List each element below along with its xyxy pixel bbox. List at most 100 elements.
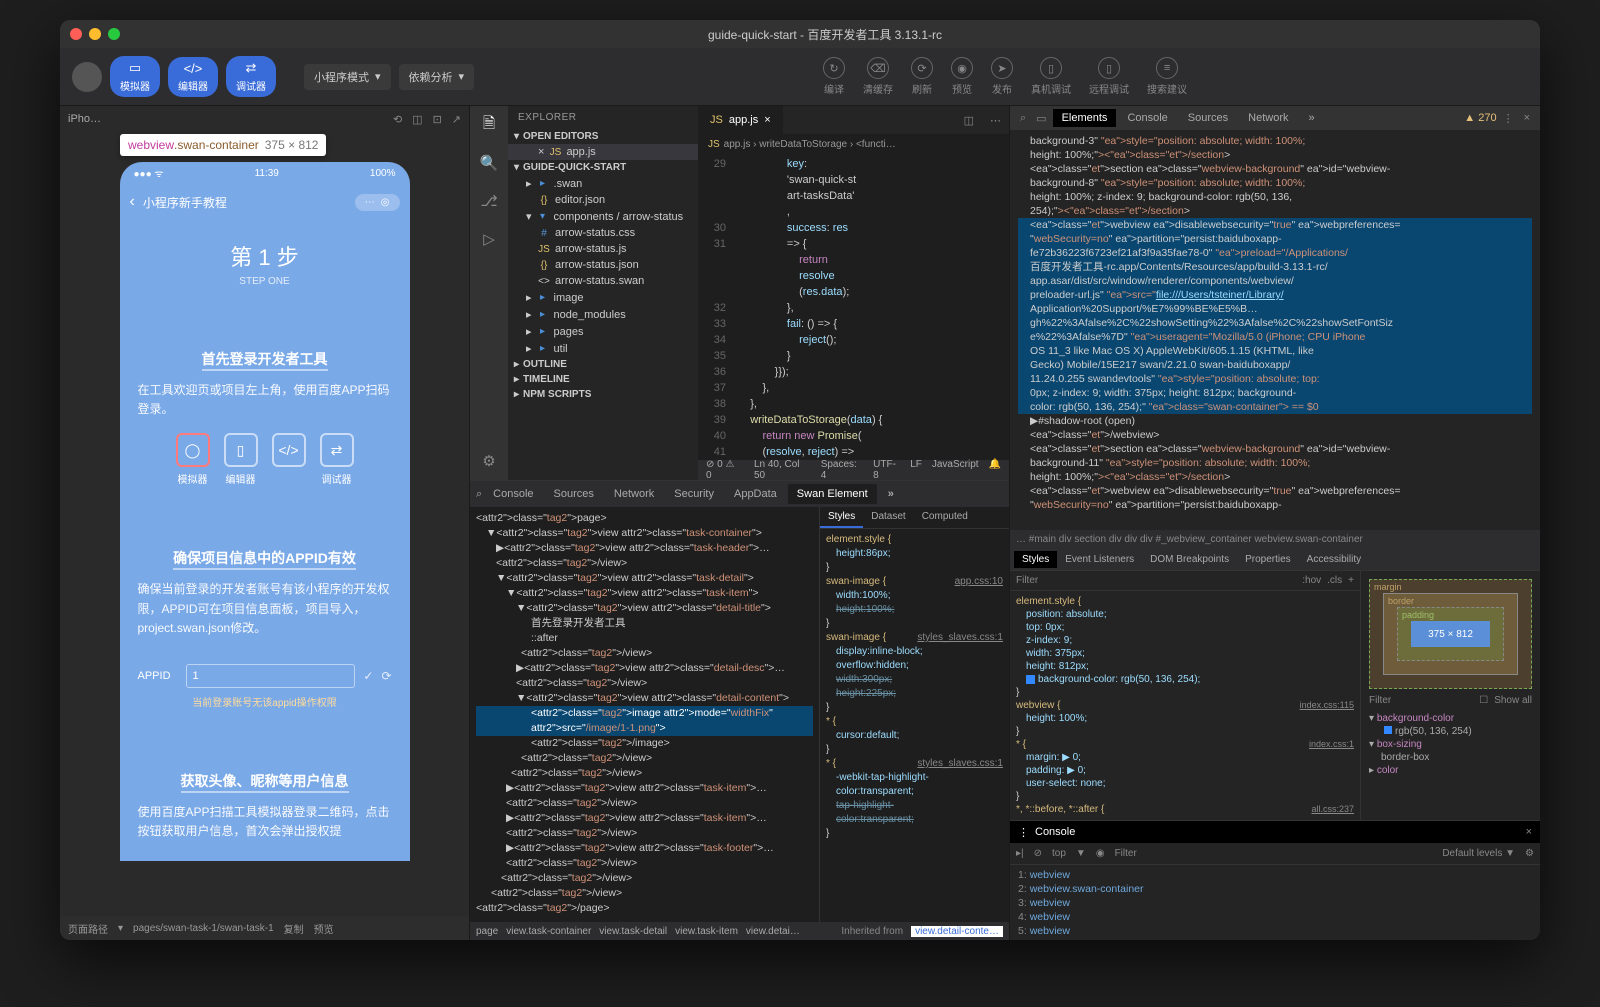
- editor-button[interactable]: </>编辑器: [168, 57, 218, 97]
- more-tabs[interactable]: »: [879, 484, 903, 504]
- appid-input[interactable]: [186, 664, 356, 688]
- debug-icon[interactable]: ▷: [478, 228, 500, 250]
- simulator-button[interactable]: ▭模拟器: [110, 56, 160, 97]
- device-icon[interactable]: ▭: [1032, 112, 1050, 125]
- phone-simulator[interactable]: ●●● ᯤ 11:39 100% ‹ 小程序新手教程 ⋯◎ 第 1 步 STEP…: [120, 162, 410, 861]
- close-icon[interactable]: ×: [1526, 826, 1532, 838]
- code-area[interactable]: 29 3031 32333435363738394041 key: 'swan-…: [698, 154, 1009, 460]
- swan-elements-tree[interactable]: <attr2">class="tag2">page>▼<attr2">class…: [470, 507, 819, 922]
- reload-icon[interactable]: ⟳: [381, 669, 391, 683]
- swan-breadcrumbs[interactable]: page view.task-container view.task-detai…: [470, 922, 1009, 940]
- npm-section[interactable]: ▸NPM SCRIPTS: [508, 387, 698, 402]
- clear-icon[interactable]: ⊘: [1034, 848, 1042, 859]
- avatar-icon[interactable]: [72, 62, 102, 92]
- tab-appdata[interactable]: AppData: [725, 484, 786, 504]
- file-arrow-swan[interactable]: <>arrow-status.swan: [508, 273, 698, 289]
- tab-event-listeners[interactable]: Event Listeners: [1057, 551, 1142, 568]
- more-icon[interactable]: ⋮: [1018, 826, 1029, 839]
- console-filter[interactable]: Filter: [1115, 848, 1137, 859]
- mode-dropdown[interactable]: 小程序模式▾: [304, 64, 391, 90]
- tab-console2[interactable]: Console: [1118, 109, 1176, 127]
- computed-list[interactable]: ▾ background-color rgb(50, 136, 254) ▾ b…: [1369, 712, 1532, 777]
- settings-icon[interactable]: ⋮: [1499, 112, 1518, 125]
- chevron-down-icon[interactable]: ▾: [118, 923, 123, 934]
- compile-button[interactable]: ↻编译: [823, 57, 845, 96]
- inspect-icon[interactable]: ⌕: [1016, 112, 1030, 125]
- tab-appjs[interactable]: JSapp.js×: [698, 106, 784, 134]
- close-icon[interactable]: [70, 28, 82, 40]
- file-arrow-css[interactable]: #arrow-status.css: [508, 225, 698, 241]
- tab-styles2[interactable]: Styles: [1014, 551, 1057, 568]
- maximize-icon[interactable]: [108, 28, 120, 40]
- cube-icon[interactable]: ◫: [412, 113, 422, 126]
- scm-icon[interactable]: ⎇: [478, 190, 500, 212]
- suggest-button[interactable]: ≡搜索建议: [1147, 57, 1187, 96]
- clear-cache-button[interactable]: ⌫清缓存: [863, 57, 893, 96]
- check-icon[interactable]: ✓: [363, 669, 373, 683]
- copy-button[interactable]: 复制: [284, 921, 304, 936]
- folder-util[interactable]: ▸▸util: [508, 340, 698, 357]
- tab-styles[interactable]: Styles: [820, 507, 863, 528]
- close-icon[interactable]: ×: [764, 114, 770, 126]
- file-editor-json[interactable]: {}editor.json: [508, 192, 698, 208]
- outline-section[interactable]: ▸OUTLINE: [508, 357, 698, 372]
- elements-tree[interactable]: background-3" "ea">style="position: abso…: [1010, 130, 1540, 530]
- sidebar-icon[interactable]: ▸|: [1016, 848, 1024, 859]
- more-icon[interactable]: ⋯: [982, 114, 1009, 127]
- tab-dom-breakpoints[interactable]: DOM Breakpoints: [1142, 551, 1237, 568]
- folder-image[interactable]: ▸▸image: [508, 289, 698, 306]
- tab-dataset[interactable]: Dataset: [863, 507, 913, 528]
- minimize-icon[interactable]: [89, 28, 101, 40]
- inspector-icon[interactable]: ⌕: [476, 488, 482, 501]
- arrow-icon[interactable]: ↗: [452, 113, 461, 126]
- tab-properties[interactable]: Properties: [1237, 551, 1299, 568]
- folder-pages[interactable]: ▸▸pages: [508, 323, 698, 340]
- warning-count[interactable]: ▲ 270: [1464, 112, 1496, 124]
- debugger-button[interactable]: ⇄调试器: [226, 56, 276, 97]
- split-icon[interactable]: ◫: [956, 114, 982, 127]
- tab-security[interactable]: Security: [665, 484, 723, 504]
- publish-button[interactable]: ➤发布: [991, 57, 1013, 96]
- preview-button[interactable]: ◉预览: [951, 57, 973, 96]
- elements-breadcrumbs[interactable]: … #main div section div div div #_webvie…: [1010, 530, 1540, 548]
- remote2-button[interactable]: ▯远程调试: [1089, 57, 1129, 96]
- tab-console[interactable]: Console: [484, 484, 542, 504]
- file-arrow-json[interactable]: {}arrow-status.json: [508, 257, 698, 273]
- console-output[interactable]: 1: webview2: webview.swan-container3: we…: [1010, 865, 1540, 940]
- tab-accessibility[interactable]: Accessibility: [1299, 551, 1369, 568]
- levels-dropdown[interactable]: Default levels ▼: [1442, 848, 1515, 859]
- crop-icon[interactable]: ⊡: [433, 113, 442, 126]
- deps-dropdown[interactable]: 依赖分析▾: [399, 64, 475, 90]
- file-arrow-js[interactable]: JSarrow-status.js: [508, 241, 698, 257]
- folder-swan[interactable]: ▸▸.swan: [508, 175, 698, 192]
- folder-components[interactable]: ▾▾components / arrow-status: [508, 208, 698, 225]
- tab-network2[interactable]: Network: [1239, 109, 1297, 127]
- timeline-section[interactable]: ▸TIMELINE: [508, 372, 698, 387]
- add-rule-icon[interactable]: +: [1348, 575, 1354, 586]
- device-label[interactable]: iPho…: [68, 113, 101, 125]
- swan-styles-body[interactable]: element.style { height:86px; } swan-imag…: [820, 529, 1009, 922]
- breadcrumb[interactable]: JSapp.js › writeDataToStorage › <functi…: [698, 134, 1009, 154]
- box-model[interactable]: margin border padding 375 × 812: [1369, 579, 1532, 689]
- tab-sources[interactable]: Sources: [545, 484, 603, 504]
- capsule-button[interactable]: ⋯◎: [355, 194, 400, 211]
- close-devtools-icon[interactable]: ×: [1520, 112, 1534, 124]
- gear-icon[interactable]: ⚙: [1525, 848, 1534, 859]
- open-file[interactable]: ×JSapp.js: [508, 144, 698, 160]
- search-icon[interactable]: 🔍: [478, 152, 500, 174]
- tab-sources2[interactable]: Sources: [1179, 109, 1237, 127]
- error-count[interactable]: ⊘ 0 ⚠ 0: [706, 459, 742, 481]
- tab-computed[interactable]: Computed: [914, 507, 976, 528]
- gear-icon[interactable]: ⚙: [478, 450, 500, 472]
- remote-button[interactable]: ▯真机调试: [1031, 57, 1071, 96]
- refresh-button[interactable]: ⟳刷新: [911, 57, 933, 96]
- filter-input[interactable]: Filter: [1016, 575, 1038, 586]
- tab-network[interactable]: Network: [605, 484, 663, 504]
- preview-button2[interactable]: 预览: [314, 921, 334, 936]
- folder-node-modules[interactable]: ▸▸node_modules: [508, 306, 698, 323]
- styles-content[interactable]: element.style { position: absolute; top:…: [1010, 591, 1360, 820]
- more-tabs2[interactable]: »: [1300, 109, 1324, 127]
- project-section[interactable]: ▾GUIDE-QUICK-START: [508, 160, 698, 175]
- tab-elements[interactable]: Elements: [1053, 109, 1117, 127]
- explorer-icon[interactable]: 🗎: [478, 114, 500, 136]
